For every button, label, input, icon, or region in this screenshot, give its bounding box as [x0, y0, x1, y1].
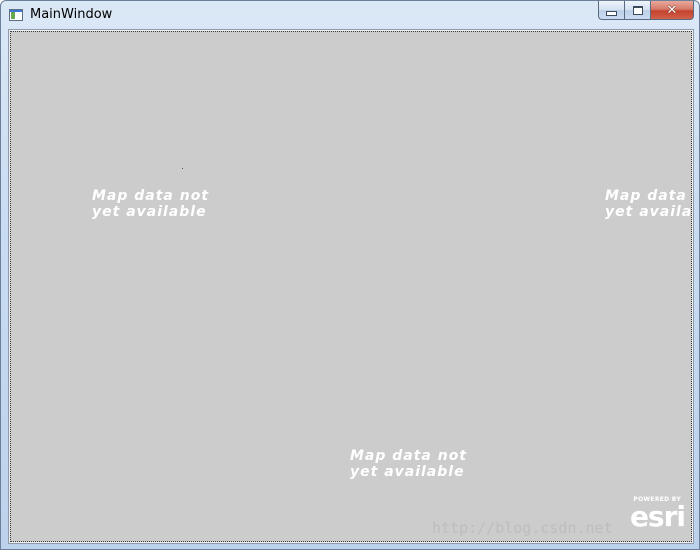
blog-watermark: http://blog.csdn.net	[432, 519, 613, 537]
caption-buttons: ✕	[598, 1, 694, 21]
window-client-area: Map data not yet available Map data not …	[8, 29, 694, 544]
close-button[interactable]: ✕	[650, 1, 694, 20]
map-artifact	[182, 168, 183, 169]
tile-message-line: yet available	[92, 204, 207, 220]
close-icon: ✕	[666, 2, 678, 18]
window-title: MainWindow	[30, 7, 113, 22]
esri-brand: esri	[629, 500, 686, 533]
app-window-icon[interactable]	[9, 9, 23, 21]
maximize-icon	[632, 5, 643, 15]
tile-message-line: yet available	[350, 464, 465, 480]
title-bar[interactable]: MainWindow ✕	[1, 1, 699, 29]
tile-message-line: Map data not	[92, 188, 210, 204]
maximize-button[interactable]	[624, 1, 650, 20]
map-view[interactable]: Map data not yet available Map data not …	[10, 31, 692, 542]
tile-message-line: yet available	[605, 204, 692, 220]
tile-message-line: Map data not	[605, 188, 691, 204]
minimize-button[interactable]	[598, 1, 624, 20]
tile-placeholder-message: Map data not yet available	[92, 188, 209, 220]
tile-message-line: Map data not	[350, 448, 468, 464]
esri-logo[interactable]: POWERED BY esri	[623, 495, 686, 535]
main-window: MainWindow ✕ Map data not yet available …	[0, 0, 700, 550]
tile-placeholder-message: Map data not yet available	[605, 188, 692, 220]
minimize-icon	[606, 10, 617, 16]
tile-placeholder-message: Map data not yet available	[350, 448, 467, 480]
